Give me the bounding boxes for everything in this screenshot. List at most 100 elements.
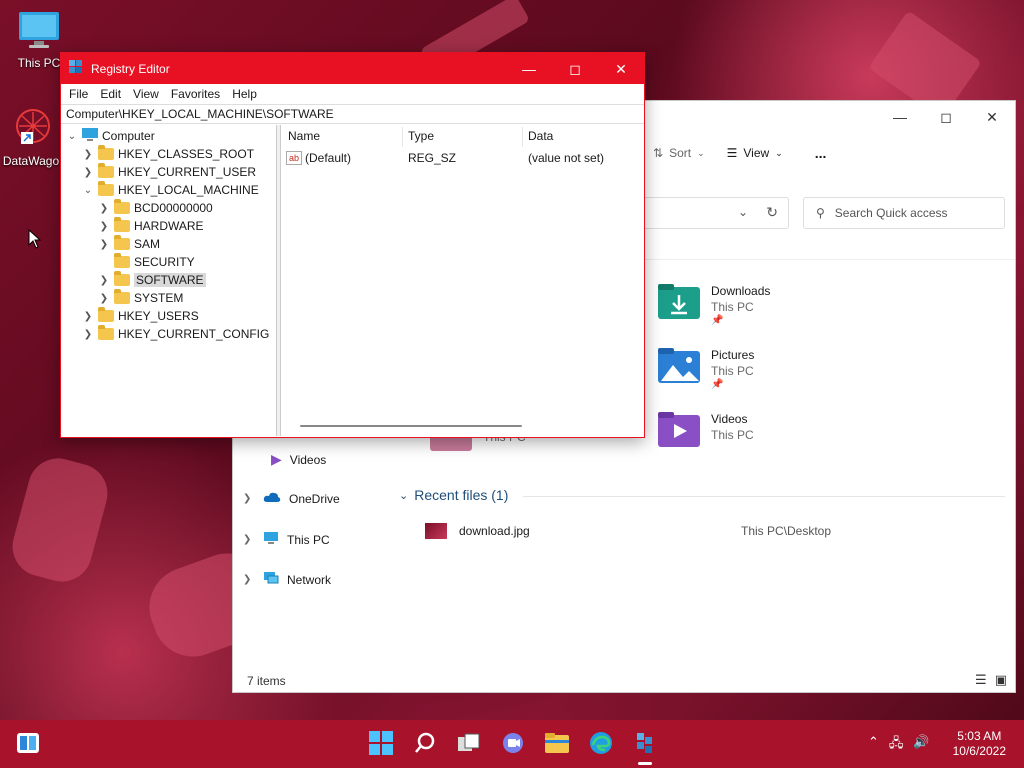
chevron-right-icon[interactable]: ❯: [82, 149, 94, 160]
wallpaper-shape: [5, 451, 115, 589]
folder-icon: [114, 217, 130, 232]
chevron-right-icon[interactable]: ❯: [98, 239, 110, 250]
folder-icon: [98, 163, 114, 178]
search-icon: [414, 732, 436, 757]
view-button[interactable]: ☰ View ⌄: [727, 146, 783, 160]
edge-button[interactable]: [587, 730, 615, 758]
refresh-icon[interactable]: ↻: [766, 204, 778, 221]
address-path-bar[interactable]: Computer\HKEY_LOCAL_MACHINE\SOFTWARE: [61, 104, 644, 124]
more-options-button[interactable]: ...: [815, 145, 827, 161]
menu-edit[interactable]: Edit: [94, 87, 127, 101]
chevron-right-icon[interactable]: ❯: [243, 493, 255, 504]
edge-icon: [589, 731, 613, 758]
file-explorer-button[interactable]: [543, 730, 571, 758]
address-bar[interactable]: ⌄ ↻: [643, 197, 789, 229]
sort-icon: ⇅: [653, 146, 664, 160]
chevron-right-icon[interactable]: ❯: [98, 275, 110, 286]
minimize-button[interactable]: —: [877, 101, 923, 133]
tree-node[interactable]: ❯ SYSTEM: [98, 289, 183, 307]
maximize-button[interactable]: ◻: [552, 53, 598, 85]
active-indicator: [638, 762, 652, 765]
tree-node[interactable]: ❯ HKEY_CURRENT_CONFIG: [82, 325, 269, 343]
recent-file-row[interactable]: download.jpg This PC\Desktop: [425, 523, 995, 539]
column-header-name[interactable]: Name: [288, 129, 320, 143]
chevron-down-icon[interactable]: ⌄: [82, 185, 94, 196]
network-icon: [263, 571, 279, 588]
chevron-right-icon[interactable]: ❯: [82, 311, 94, 322]
column-separator[interactable]: [402, 127, 403, 147]
recent-files-header[interactable]: ⌄ Recent files (1): [399, 487, 508, 503]
chevron-down-icon[interactable]: ⌄: [66, 131, 78, 142]
tree-node[interactable]: ❯ HKEY_USERS: [82, 307, 199, 325]
registry-editor-taskbar-button[interactable]: [631, 730, 659, 758]
taskbar: ⌃ 🖧 🔊 5:03 AM 10/6/2022: [0, 720, 1024, 768]
tree-node[interactable]: ⌄ HKEY_LOCAL_MACHINE: [82, 181, 259, 199]
tree-node[interactable]: SECURITY: [98, 253, 195, 271]
value-row[interactable]: ab (Default) REG_SZ (value not set): [286, 151, 644, 165]
tree-node[interactable]: ❯ HARDWARE: [98, 217, 204, 235]
volume-icon[interactable]: 🔊: [913, 734, 929, 756]
chevron-right-icon[interactable]: ❯: [82, 167, 94, 178]
quick-access-item-downloads[interactable]: Downloads This PC 📌: [657, 283, 770, 326]
clock-time: 5:03 AM: [957, 729, 1002, 743]
close-button[interactable]: ✕: [969, 101, 1015, 133]
menu-help[interactable]: Help: [226, 87, 263, 101]
registry-editor-window: Registry Editor — ◻ ✕ File Edit View Fav…: [60, 52, 645, 438]
search-box[interactable]: ⚲ Search Quick access: [803, 197, 1005, 229]
string-value-icon: ab: [286, 151, 302, 165]
sort-button[interactable]: ⇅ Sort ⌄: [653, 146, 705, 160]
pane-splitter[interactable]: [277, 125, 281, 436]
column-separator[interactable]: [522, 127, 523, 147]
chevron-down-icon: ⌄: [697, 147, 705, 158]
chevron-right-icon[interactable]: ❯: [243, 574, 255, 585]
clock[interactable]: 5:03 AM 10/6/2022: [953, 729, 1006, 759]
tiles-view-icon[interactable]: ▣: [995, 672, 1007, 688]
address-path[interactable]: Computer\HKEY_LOCAL_MACHINE\SOFTWARE: [66, 107, 334, 121]
nav-item-network[interactable]: ❯ Network: [243, 571, 331, 588]
widgets-button[interactable]: [14, 730, 42, 758]
nav-item-onedrive[interactable]: ❯ OneDrive: [243, 491, 340, 506]
maximize-button[interactable]: ◻: [923, 101, 969, 133]
column-header-type[interactable]: Type: [408, 129, 434, 143]
horizontal-scrollbar[interactable]: [300, 425, 522, 427]
monitor-icon: [4, 10, 74, 53]
chevron-right-icon[interactable]: ❯: [98, 293, 110, 304]
chevron-right-icon[interactable]: ❯: [82, 329, 94, 340]
folder-icon: [114, 235, 130, 250]
tree-node[interactable]: ❯ BCD00000000: [98, 199, 213, 217]
tree-node[interactable]: ❯ HKEY_CURRENT_USER: [82, 163, 256, 181]
network-icon[interactable]: 🖧: [889, 734, 904, 756]
tree-node-computer[interactable]: ⌄ Computer: [66, 127, 155, 145]
regedit-titlebar[interactable]: Registry Editor — ◻ ✕: [61, 53, 644, 84]
search-button[interactable]: [411, 730, 439, 758]
quick-access-item-videos[interactable]: Videos This PC: [657, 411, 754, 452]
tree-node-selected[interactable]: ❯ SOFTWARE: [98, 271, 206, 289]
task-view-button[interactable]: [455, 730, 483, 758]
close-button[interactable]: ✕: [598, 53, 644, 85]
menu-favorites[interactable]: Favorites: [165, 87, 226, 101]
view-toggles: ☰ ▣: [975, 672, 1007, 688]
desktop-icon-datawago[interactable]: DataWago: [0, 106, 66, 168]
details-view-icon[interactable]: ☰: [975, 672, 987, 688]
nav-item-this-pc[interactable]: ❯ This PC: [243, 531, 330, 548]
menu-view[interactable]: View: [127, 87, 165, 101]
values-list: Name Type Data ab (Default) REG_SZ (valu…: [282, 125, 643, 436]
chevron-right-icon[interactable]: ❯: [98, 203, 110, 214]
chevron-down-icon[interactable]: ⌄: [738, 205, 748, 219]
chevron-up-icon[interactable]: ⌃: [868, 734, 879, 756]
teams-chat-button[interactable]: [499, 730, 527, 758]
minimize-button[interactable]: —: [506, 53, 552, 85]
menu-file[interactable]: File: [63, 87, 94, 101]
quick-access-item-pictures[interactable]: Pictures This PC 📌: [657, 347, 754, 390]
tree-node[interactable]: ❯ SAM: [98, 235, 160, 253]
chevron-right-icon[interactable]: ❯: [243, 534, 255, 545]
clock-date: 10/6/2022: [952, 744, 1006, 758]
start-button[interactable]: [367, 730, 395, 758]
view-icon: ☰: [726, 146, 738, 160]
tree-node[interactable]: ❯ HKEY_CLASSES_ROOT: [82, 145, 254, 163]
nav-item-videos[interactable]: ▶ Videos: [271, 451, 326, 468]
chevron-right-icon[interactable]: ❯: [98, 221, 110, 232]
column-header-data[interactable]: Data: [528, 129, 553, 143]
command-bar: ⇅ Sort ⌄ ☰ View ⌄ ...: [653, 145, 826, 161]
folder-icon: [544, 732, 570, 757]
